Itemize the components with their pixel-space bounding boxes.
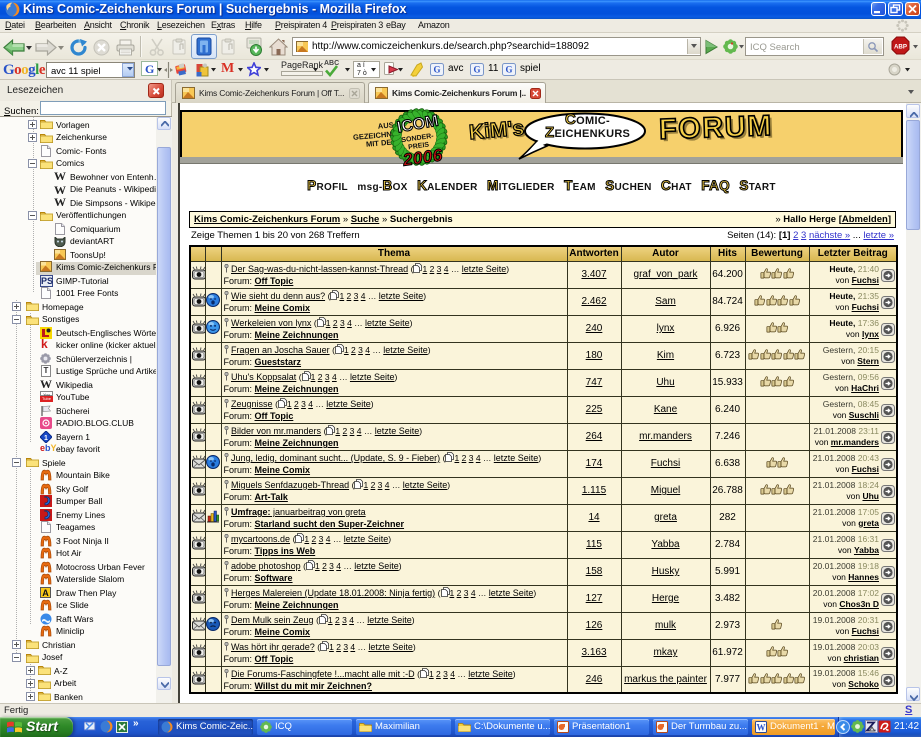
svg-text:1: 1: [44, 435, 48, 442]
svg-text:G: G: [505, 65, 512, 75]
svg-text:ABP: ABP: [894, 44, 907, 51]
svg-text:G: G: [433, 65, 440, 75]
svg-text:W: W: [757, 723, 766, 733]
svg-text:G: G: [473, 65, 480, 75]
